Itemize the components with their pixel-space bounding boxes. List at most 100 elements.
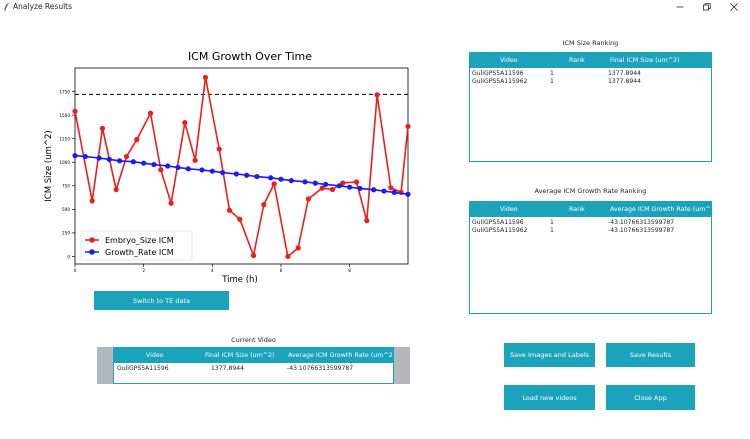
icm-size-ranking-table[interactable]: Video Rank Final ICM Size (um^2) GuliGPS… [469,52,712,162]
data-point-0 [364,218,370,224]
data-point-0 [374,92,380,98]
restore-icon [703,3,711,11]
y-axis-label: ICM Size (um^2) [44,130,54,201]
y-tick-label: 750 [62,184,70,189]
column-header: Average ICM Growth Rate (um^2 [288,352,393,359]
cell-rank: 1 [550,219,554,226]
data-point-0 [329,186,336,193]
y-tick-label: 1500 [59,113,70,118]
cell-rank: 1 [550,70,554,77]
chart-title: ICM Growth Over Time [188,50,312,63]
table-row[interactable]: GuliGPS5A11596 1 -43.10766313599787 [470,219,711,227]
table-header: Video Final ICM Size (um^2) Average ICM … [114,348,393,363]
minimize-icon [676,6,684,8]
window-titlebar: Analyze Results [0,0,750,14]
growth-rate-ranking-title: Average ICM Growth Rate Ranking [534,187,647,195]
x-axis-label: Time (h) [221,275,258,285]
data-point-1 [347,184,353,190]
data-point-0 [261,202,267,208]
cell-rate: -43.10766313599787 [287,365,354,372]
save-images-labels-button[interactable]: Save Images and Labels [504,343,595,367]
current-video-table[interactable]: Video Final ICM Size (um^2) Average ICM … [113,347,394,384]
close-app-button[interactable]: Close App [606,385,695,410]
data-point-0 [237,216,243,222]
data-point-1 [117,158,123,164]
cell-rate: -43.10766313599787 [608,227,675,234]
cell-rank: 1 [550,78,554,85]
data-point-1 [209,168,215,174]
data-point-1 [175,164,181,171]
data-point-1 [254,173,260,180]
load-new-videos-button[interactable]: Load new videos [504,385,595,410]
cell-rate: -43.10766313599787 [608,219,675,226]
data-point-1 [151,161,157,168]
table-row[interactable]: GuliGPS5A11596 1377.8944 -43.10766313599… [114,365,393,373]
window-title: Analyze Results [13,2,73,11]
data-point-0 [158,167,164,173]
data-point-1 [233,171,239,177]
data-point-1 [323,181,329,187]
data-point-1 [244,172,250,178]
data-point-1 [165,163,171,169]
restore-button[interactable] [698,1,716,13]
data-point-1 [268,175,274,181]
table-header: Video Rank Final ICM Size (um^2) [470,53,711,68]
data-point-0 [89,198,95,204]
chart-legend: Embryo_Size ICM Growth_Rate ICM [80,230,193,261]
data-point-0 [305,196,312,202]
data-point-0 [182,120,188,126]
icm-growth-chart: ICM Growth Over Time Time (h) ICM Size (… [35,34,418,290]
column-header: Final ICM Size (um^2) [205,352,275,359]
table-header: Video Rank Average ICM Growth Rate (um^ [470,202,711,217]
growth-rate-ranking-table[interactable]: Video Rank Average ICM Growth Rate (um^ … [469,201,712,314]
icm-size-ranking-title: ICM Size Ranking [562,39,619,47]
y-tick-label: 1750 [59,89,70,94]
data-point-0 [123,153,130,160]
legend-marker-embryo [89,237,95,243]
current-video-title: Current Video [231,336,276,344]
data-point-1 [302,179,308,185]
data-point-0 [285,253,291,260]
data-point-1 [72,153,78,159]
data-point-1 [199,167,205,173]
data-point-1 [130,159,136,165]
x-tick-label: 0 [74,268,77,273]
data-point-0 [168,200,174,206]
x-tick-label: 2 [142,268,145,273]
x-tick-label: 6 [280,268,283,273]
save-results-button[interactable]: Save Results [606,343,695,367]
data-point-0 [250,252,257,259]
legend-label-embryo: Embryo_Size ICM [105,236,174,245]
data-point-0 [202,74,209,81]
x-tick-label: 4 [211,268,214,273]
column-header: Video [146,352,164,359]
column-header: Video [500,206,518,213]
cell-video: GuliGPS5A115962 [472,78,528,85]
data-point-0 [134,137,140,143]
data-point-1 [336,183,342,189]
y-tick-label: 0 [67,254,70,259]
data-point-1 [371,187,377,193]
data-point-0 [388,185,394,191]
table-row[interactable]: GuliGPS5A115962 1 -43.10766313599787 [470,227,711,235]
data-point-0 [192,157,198,163]
table-row[interactable]: GuliGPS5A11596 1 1377.8944 [470,70,711,78]
data-point-1 [288,178,294,184]
table-row[interactable]: GuliGPS5A115962 1 1377.8944 [470,78,711,86]
cell-video: GuliGPS5A11596 [472,70,524,77]
close-window-button[interactable] [725,1,743,13]
cell-size: 1377.8944 [608,78,641,85]
data-point-1 [141,160,147,166]
cell-size: 1377.8944 [211,365,244,372]
feather-app-icon [4,2,10,11]
y-tick-label: 1000 [59,160,70,165]
data-point-0 [295,245,301,251]
cell-video: GuliGPS5A11596 [117,365,169,372]
switch-te-data-button[interactable]: Switch to TE data [94,291,229,310]
chart-svg: ICM Growth Over Time Time (h) ICM Size (… [44,50,411,285]
data-point-1 [391,189,397,195]
data-point-1 [96,155,102,161]
column-header: Rank [569,57,585,64]
minimize-button[interactable] [671,1,689,13]
data-point-1 [82,153,88,160]
